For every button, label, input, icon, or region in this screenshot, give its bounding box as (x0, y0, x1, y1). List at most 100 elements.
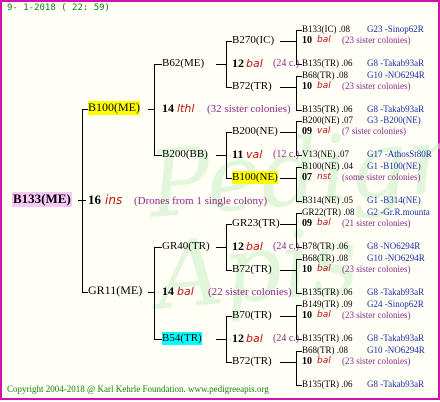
line-location: val (317, 126, 331, 136)
parent-name: GR11(ME) (88, 283, 143, 297)
tree-connector (280, 224, 296, 225)
line-location: nst (317, 172, 331, 182)
root-name: B133(ME) (12, 191, 72, 207)
tree-connector (226, 41, 227, 88)
copyright: Copyright 2004-2018 @ Karl Kehrle Founda… (7, 384, 269, 394)
ancestor-name: B200(NE) (232, 125, 278, 137)
line-note: (23 sister colonies) (342, 81, 411, 91)
root-num: 16 (88, 192, 101, 207)
tree-connector (154, 64, 155, 156)
line-name: B135(TR) .06 (302, 379, 353, 389)
grandparent-name: B200(BB) (162, 148, 208, 160)
line-name: GR22(TR) .08 (302, 207, 355, 217)
line-group: G10 -NO6294R (367, 345, 425, 355)
grandparent-num: 11 (232, 147, 244, 161)
line-name: B135(TR) .06 (302, 333, 353, 343)
line-group: G8 -Takab93aR (367, 379, 425, 389)
line-location: bal (317, 81, 331, 91)
line-name: B200(NE) .07 (302, 115, 353, 125)
line-name: B135(TR) .06 (302, 58, 353, 68)
line-note: (7 sister colonies) (342, 126, 406, 136)
line-group: G3 -B200(NE) (367, 115, 421, 125)
line-note: (23 sister colonies) (342, 310, 411, 320)
ancestor-name: B70(TR) (232, 309, 272, 321)
grandparent-note: (24 c.) (273, 333, 300, 344)
parent-location: bal (177, 285, 194, 298)
parent-num: 14 (162, 284, 174, 298)
grandparent-name: B62(ME) (162, 57, 205, 69)
line-note: (23 sister colonies) (342, 356, 411, 366)
tree-connector (154, 339, 162, 340)
line-group: G17 -AthosSt80R (367, 149, 432, 159)
line-name: B135(TR) .06 (302, 287, 353, 297)
tree-connector (216, 64, 226, 65)
parent-note: (32 sister colonies) (207, 103, 291, 115)
grandparent-num: 12 (232, 331, 244, 345)
line-name: B68(TR) .08 (302, 253, 348, 263)
pedigree-page: Pedigree Apis 9- 1-2018 ( 22: 59) B133(M… (0, 0, 440, 400)
parent-note: (22 sister colonies) (208, 286, 292, 298)
grandparent-num: 12 (232, 56, 244, 70)
ancestor-name: B72(TR) (232, 263, 272, 275)
ancestor-name: B72(TR) (232, 80, 272, 92)
line-group: G2 -Gr.R.mounta (367, 207, 430, 217)
ancestor-name: B270(IC) (232, 34, 275, 46)
tree-connector (78, 200, 86, 201)
line-group: G1 -B314(NE) (367, 195, 421, 205)
date-stamp: 9- 1-2018 ( 22: 59) (7, 3, 110, 13)
tree-connector (280, 87, 296, 88)
line-num: 10 (302, 356, 312, 367)
line-location: bal (317, 264, 331, 274)
line-location: bal (317, 35, 331, 45)
line-name: B133(IC) .08 (302, 24, 350, 34)
line-note: (some sister colonies) (342, 172, 421, 182)
line-note: (21 sister colonies) (342, 218, 411, 228)
tree-connector (296, 76, 297, 111)
tree-connector (226, 224, 227, 271)
parent-location: lthl (177, 102, 195, 115)
grandparent-name: B54(TR) (162, 332, 202, 345)
line-group: G8 -Takab93aR (367, 287, 425, 297)
ancestor-name: B72(TR) (232, 355, 272, 367)
tree-connector (216, 339, 226, 340)
line-name: B68(TR) .08 (302, 345, 348, 355)
line-name: B314(NE) .05 (302, 195, 353, 205)
tree-connector (280, 362, 296, 363)
root-note: (Drones from 1 single colony) (134, 195, 268, 207)
tree-connector (82, 109, 83, 293)
line-location: bal (317, 218, 331, 228)
grandparent-location: bal (246, 240, 263, 253)
line-group: G8 -Takab93aR (367, 333, 425, 343)
line-num: 10 (302, 81, 312, 92)
tree-connector (280, 270, 296, 271)
tree-connector (154, 64, 162, 65)
grandparent-location: val (246, 148, 263, 161)
line-num: 09 (302, 218, 312, 229)
tree-connector (280, 178, 296, 179)
tree-connector (226, 316, 227, 363)
line-name: B149(TR) .09 (302, 299, 353, 309)
line-group: G23 -Sinop62R (367, 24, 424, 34)
line-num: 10 (302, 310, 312, 321)
parent-num: 14 (162, 101, 174, 115)
line-note: (23 sister colonies) (342, 35, 411, 45)
tree-connector (148, 292, 154, 293)
tree-connector (154, 247, 162, 248)
tree-connector (280, 132, 296, 133)
tree-connector (226, 132, 227, 179)
grandparent-note: (24 c.) (273, 58, 300, 69)
line-group: G10 -NO6294R (367, 70, 425, 80)
parent-name: B100(ME) (88, 100, 140, 115)
line-num: 10 (302, 264, 312, 275)
line-location: bal (317, 356, 331, 366)
tree-connector (296, 351, 297, 386)
line-name: B68(TR) .08 (302, 70, 348, 80)
line-name: B100(NE) .04 (302, 161, 353, 171)
tree-connector (280, 316, 296, 317)
tree-connector (154, 247, 155, 340)
tree-connector (216, 247, 226, 248)
ancestor-name: GR23(TR) (232, 217, 280, 229)
line-group: G8 -Takab93aR (367, 104, 425, 114)
line-note: (23 sister colonies) (342, 264, 411, 274)
grandparent-location: bal (246, 332, 263, 345)
